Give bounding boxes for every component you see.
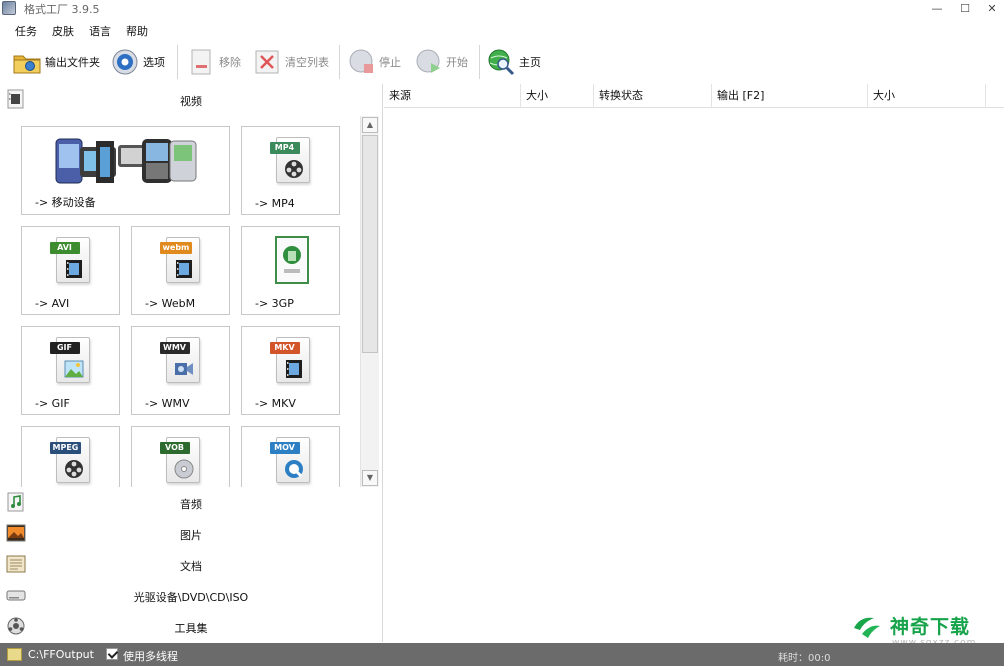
tile-mp4[interactable]: MP4 -> MP4 bbox=[241, 126, 340, 215]
tile-label: -> AVI bbox=[35, 297, 70, 310]
output-folder-icon[interactable] bbox=[7, 648, 22, 661]
options-label: 选项 bbox=[143, 56, 165, 69]
multithread-checkbox[interactable] bbox=[106, 648, 118, 660]
start-button[interactable]: 开始 bbox=[413, 47, 468, 77]
mobile-devices-icon bbox=[46, 133, 206, 192]
tile-label: -> MP4 bbox=[255, 197, 295, 210]
tile-mpeg[interactable]: MPEG bbox=[21, 426, 120, 487]
clear-list-label: 清空列表 bbox=[285, 56, 329, 69]
task-list: 来源 大小 转换状态 输出 [F2] 大小 bbox=[384, 84, 1004, 642]
start-icon bbox=[413, 47, 443, 77]
stop-icon bbox=[346, 47, 376, 77]
category-document-label: 文档 bbox=[180, 560, 202, 573]
remove-icon bbox=[186, 47, 216, 77]
maximize-icon[interactable]: ☐ bbox=[951, 0, 979, 17]
category-document[interactable]: 文档 bbox=[0, 549, 382, 579]
start-label: 开始 bbox=[446, 56, 468, 69]
toolbar-separator bbox=[479, 45, 480, 79]
task-list-header: 来源 大小 转换状态 输出 [F2] 大小 bbox=[384, 84, 1004, 108]
output-folder-label: 输出文件夹 bbox=[45, 56, 100, 69]
output-path[interactable]: C:\FFOutput bbox=[28, 648, 94, 661]
toolbar-separator bbox=[339, 45, 340, 79]
home-label: 主页 bbox=[519, 56, 541, 69]
status-bar: C:\FFOutput 使用多线程 耗时：00:0 bbox=[0, 643, 1004, 666]
category-picture-label: 图片 bbox=[180, 529, 202, 542]
tile-3gp[interactable]: -> 3GP bbox=[241, 226, 340, 315]
category-rom-device[interactable]: 光驱设备\DVD\CD\ISO bbox=[0, 580, 382, 610]
tile-mov[interactable]: MOV bbox=[241, 426, 340, 487]
wmv-file-icon: WMV bbox=[159, 335, 202, 387]
mkv-file-icon: MKV bbox=[269, 335, 312, 387]
menu-language[interactable]: 语言 bbox=[89, 23, 111, 39]
home-button[interactable]: 主页 bbox=[486, 47, 541, 77]
toolbar-separator bbox=[177, 45, 178, 79]
tile-label: -> GIF bbox=[35, 397, 70, 410]
tile-label: -> 3GP bbox=[255, 297, 294, 310]
category-panel: 视频 -> 移动设备 MP4 -> MP4 AVI -> AVI webm ->… bbox=[0, 84, 383, 642]
column-output-size[interactable]: 大小 bbox=[868, 84, 986, 108]
clear-list-icon bbox=[252, 47, 282, 77]
clear-list-button[interactable]: 清空列表 bbox=[252, 47, 329, 77]
menu-help[interactable]: 帮助 bbox=[126, 23, 148, 39]
tile-mobile-device[interactable]: -> 移动设备 bbox=[21, 126, 230, 215]
gif-file-icon: GIF bbox=[49, 335, 92, 387]
tile-label: -> WMV bbox=[145, 397, 190, 410]
column-output[interactable]: 输出 [F2] bbox=[712, 84, 868, 108]
column-source[interactable]: 来源 bbox=[384, 84, 521, 108]
watermark-title: 神奇下载 bbox=[890, 616, 971, 638]
category-video[interactable]: 视频 bbox=[0, 84, 382, 114]
column-size[interactable]: 大小 bbox=[521, 84, 594, 108]
tile-webm[interactable]: webm -> WebM bbox=[131, 226, 230, 315]
options-button[interactable]: 选项 bbox=[110, 47, 165, 77]
tile-label: -> MKV bbox=[255, 397, 296, 410]
folder-icon bbox=[12, 47, 42, 77]
category-toolbox-label: 工具集 bbox=[174, 622, 208, 635]
category-audio-label: 音频 bbox=[180, 498, 202, 511]
remove-button[interactable]: 移除 bbox=[186, 47, 241, 77]
stop-label: 停止 bbox=[379, 56, 401, 69]
tile-label: -> 移动设备 bbox=[35, 196, 96, 209]
tile-wmv[interactable]: WMV -> WMV bbox=[131, 326, 230, 415]
mov-file-icon: MOV bbox=[269, 435, 312, 487]
vob-file-icon: VOB bbox=[159, 435, 202, 487]
column-status[interactable]: 转换状态 bbox=[594, 84, 712, 108]
stop-button[interactable]: 停止 bbox=[346, 47, 401, 77]
webm-file-icon: webm bbox=[159, 235, 202, 287]
menu-skin[interactable]: 皮肤 bbox=[52, 23, 74, 39]
elapsed-time: 耗时：00:0 bbox=[778, 653, 831, 664]
toolbar: 输出文件夹 选项 移除 清空列表 停止 开始 主页 bbox=[0, 41, 1004, 83]
tile-vob[interactable]: VOB bbox=[131, 426, 230, 487]
grid-scrollbar[interactable]: ▲ ▼ bbox=[360, 116, 379, 487]
category-rom-label: 光驱设备\DVD\CD\ISO bbox=[133, 591, 249, 604]
video-format-grid: -> 移动设备 MP4 -> MP4 AVI -> AVI webm -> We… bbox=[0, 116, 360, 487]
remove-label: 移除 bbox=[219, 56, 241, 69]
minimize-icon[interactable]: — bbox=[923, 0, 951, 17]
tile-gif[interactable]: GIF -> GIF bbox=[21, 326, 120, 415]
tile-label: -> WebM bbox=[145, 297, 196, 310]
tile-avi[interactable]: AVI -> AVI bbox=[21, 226, 120, 315]
mp4-file-icon: MP4 bbox=[269, 135, 312, 187]
leaf-logo-icon bbox=[854, 617, 880, 638]
tile-mkv[interactable]: MKV -> MKV bbox=[241, 326, 340, 415]
output-folder-button[interactable]: 输出文件夹 bbox=[12, 47, 100, 77]
scroll-down-icon[interactable]: ▼ bbox=[362, 470, 378, 486]
category-audio[interactable]: 音频 bbox=[0, 487, 382, 517]
mpeg-file-icon: MPEG bbox=[49, 435, 92, 487]
home-globe-icon bbox=[486, 47, 516, 77]
scroll-up-icon[interactable]: ▲ bbox=[362, 117, 378, 133]
menu-bar: 任务 皮肤 语言 帮助 bbox=[0, 19, 1004, 41]
close-icon[interactable]: ✕ bbox=[978, 0, 1004, 17]
category-video-label: 视频 bbox=[180, 95, 202, 108]
app-logo-icon bbox=[2, 1, 16, 15]
avi-file-icon: AVI bbox=[49, 235, 92, 287]
menu-task[interactable]: 任务 bbox=[15, 23, 37, 39]
scroll-thumb[interactable] bbox=[362, 135, 378, 353]
category-picture[interactable]: 图片 bbox=[0, 518, 382, 548]
multithread-label: 使用多线程 bbox=[123, 650, 178, 663]
window-title: 格式工厂 3.9.5 bbox=[24, 3, 100, 16]
3gp-file-icon bbox=[270, 235, 312, 290]
title-bar: 格式工厂 3.9.5 — ☐ ✕ bbox=[0, 0, 1004, 18]
options-icon bbox=[110, 47, 140, 77]
category-toolbox[interactable]: 工具集 bbox=[0, 611, 382, 641]
